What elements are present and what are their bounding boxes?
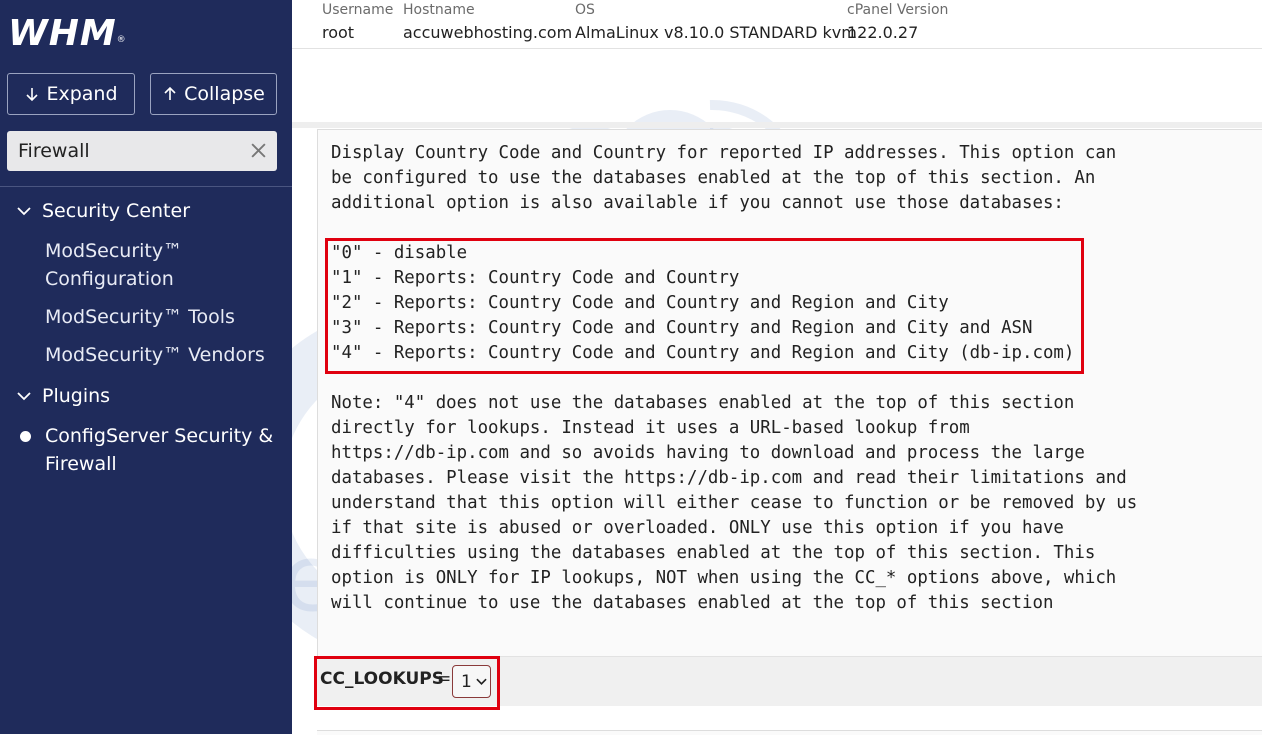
clear-search-icon[interactable]	[250, 142, 267, 159]
nav-item-modsecurity-tools[interactable]: ModSecurity™ Tools	[45, 303, 285, 331]
nav-group-label: Plugins	[42, 385, 111, 407]
note-line-3: https://db-ip.com and so avoids having t…	[331, 443, 1085, 463]
note-line-8: option is ONLY for IP lookups, NOT when …	[331, 568, 1117, 588]
nav-item-modsecurity-vendors[interactable]: ModSecurity™ Vendors	[45, 341, 285, 369]
arrow-down-icon	[26, 88, 39, 102]
chevron-down-icon	[17, 207, 31, 216]
active-bullet-icon	[20, 431, 31, 442]
header-cpanel-version: cPanel Version 122.0.27	[847, 2, 949, 42]
nav-item-configserver-firewall[interactable]: ConfigServer Security & Firewall	[45, 422, 285, 478]
note-line-5: understand that this option will either …	[331, 493, 1138, 513]
nav-item-modsecurity-configuration[interactable]: ModSecurity™ Configuration	[45, 237, 285, 293]
nav-group-plugins[interactable]: Plugins	[16, 385, 110, 407]
setting-highlight-box	[314, 656, 500, 710]
section-separator	[292, 122, 1262, 128]
note-line-1: Note: "4" does not use the databases ena…	[331, 393, 1075, 413]
description-intro-3: additional option is also available if y…	[331, 193, 1064, 213]
arrow-up-icon	[164, 86, 176, 100]
header-hostname: Hostname accuwebhosting.com	[403, 2, 573, 42]
expand-label: Expand	[46, 83, 118, 105]
header-os: OS AlmaLinux v8.10.0 STANDARD kvm	[575, 2, 857, 42]
sidebar: WHM® Expand Collapse Security Center Mod…	[0, 0, 292, 734]
note-line-4: databases. Please visit the https://db-i…	[331, 468, 1127, 488]
description-intro-1: Display Country Code and Country for rep…	[331, 143, 1117, 163]
sidebar-divider	[0, 186, 292, 187]
search-input[interactable]	[7, 131, 240, 171]
header-username: Username root	[322, 2, 394, 42]
note-line-7: difficulties using the databases enabled…	[331, 543, 1096, 563]
next-option-panel	[317, 730, 1262, 735]
nav-group-label: Security Center	[42, 200, 191, 222]
note-line-6: if that site is abused or overloaded. ON…	[331, 518, 1064, 538]
nav-group-security-center[interactable]: Security Center	[16, 200, 190, 222]
search-box	[7, 131, 277, 171]
options-highlight-box	[325, 238, 1084, 374]
collapse-button[interactable]: Collapse	[150, 73, 277, 115]
description-intro-2: be configured to use the databases enabl…	[331, 168, 1096, 188]
note-line-2: directly for lookups. Instead it uses a …	[331, 418, 970, 438]
whm-logo[interactable]: WHM®	[8, 12, 127, 56]
expand-button[interactable]: Expand	[7, 73, 135, 115]
server-info-header: Username root Hostname accuwebhosting.co…	[292, 0, 1262, 49]
note-line-9: will continue to use the databases enabl…	[331, 593, 1054, 613]
collapse-label: Collapse	[184, 83, 265, 105]
chevron-down-icon	[17, 392, 31, 401]
